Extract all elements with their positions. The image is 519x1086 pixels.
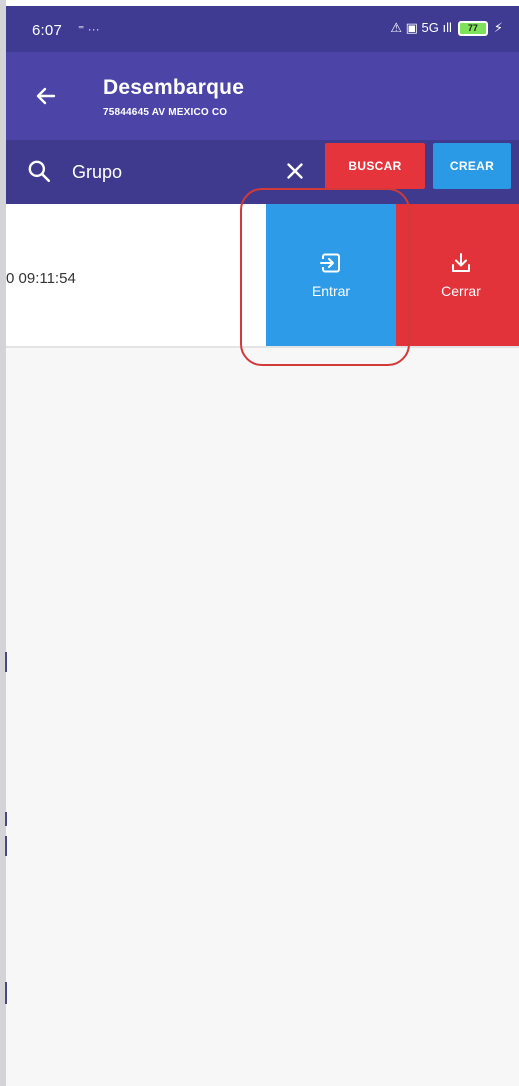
battery-level: 77 [467, 23, 478, 33]
page-title: Desembarque [103, 76, 245, 99]
back-button[interactable] [28, 78, 64, 114]
list-item[interactable]: 0 09:11:54 Entrar Cerrar [6, 204, 519, 348]
cerrar-action[interactable]: Cerrar [396, 204, 519, 346]
entrar-action[interactable]: Entrar [266, 204, 396, 346]
app-bar: Desembarque 75844645 AV MEXICO CO [6, 52, 519, 140]
edge-mark [5, 836, 7, 856]
edge-mark [5, 652, 7, 672]
charging-icon: ⚡ [493, 20, 503, 35]
battery-icon: 77 [457, 20, 488, 36]
search-bar: BUSCAR CREAR [6, 140, 519, 204]
page-subtitle: 75844645 AV MEXICO CO [103, 107, 228, 118]
list-item-datetime: 0 09:11:54 [6, 270, 76, 287]
crear-button[interactable]: CREAR [433, 143, 511, 189]
status-bar: 6:07 ⁼ ··· ⚠ ▣ 5G ıll 77 ⚡ [6, 6, 519, 52]
cerrar-label: Cerrar [441, 283, 481, 299]
back-arrow-icon [36, 87, 56, 105]
clear-search-icon[interactable] [282, 158, 308, 184]
entrar-label: Entrar [311, 283, 351, 299]
notification-icons: ⁼ ··· [78, 22, 100, 36]
status-right-icons: ⚠ ▣ 5G ıll 77 ⚡ [390, 20, 503, 36]
download-icon [452, 253, 470, 272]
search-input[interactable] [72, 157, 272, 187]
edge-mark [5, 982, 7, 1004]
edge-mark [5, 812, 7, 826]
status-time: 6:07 [32, 22, 62, 39]
login-icon [320, 253, 340, 273]
signal-icons: ⚠ ▣ 5G ıll [390, 20, 452, 35]
search-icon[interactable] [26, 158, 52, 184]
buscar-button[interactable]: BUSCAR [325, 143, 425, 189]
